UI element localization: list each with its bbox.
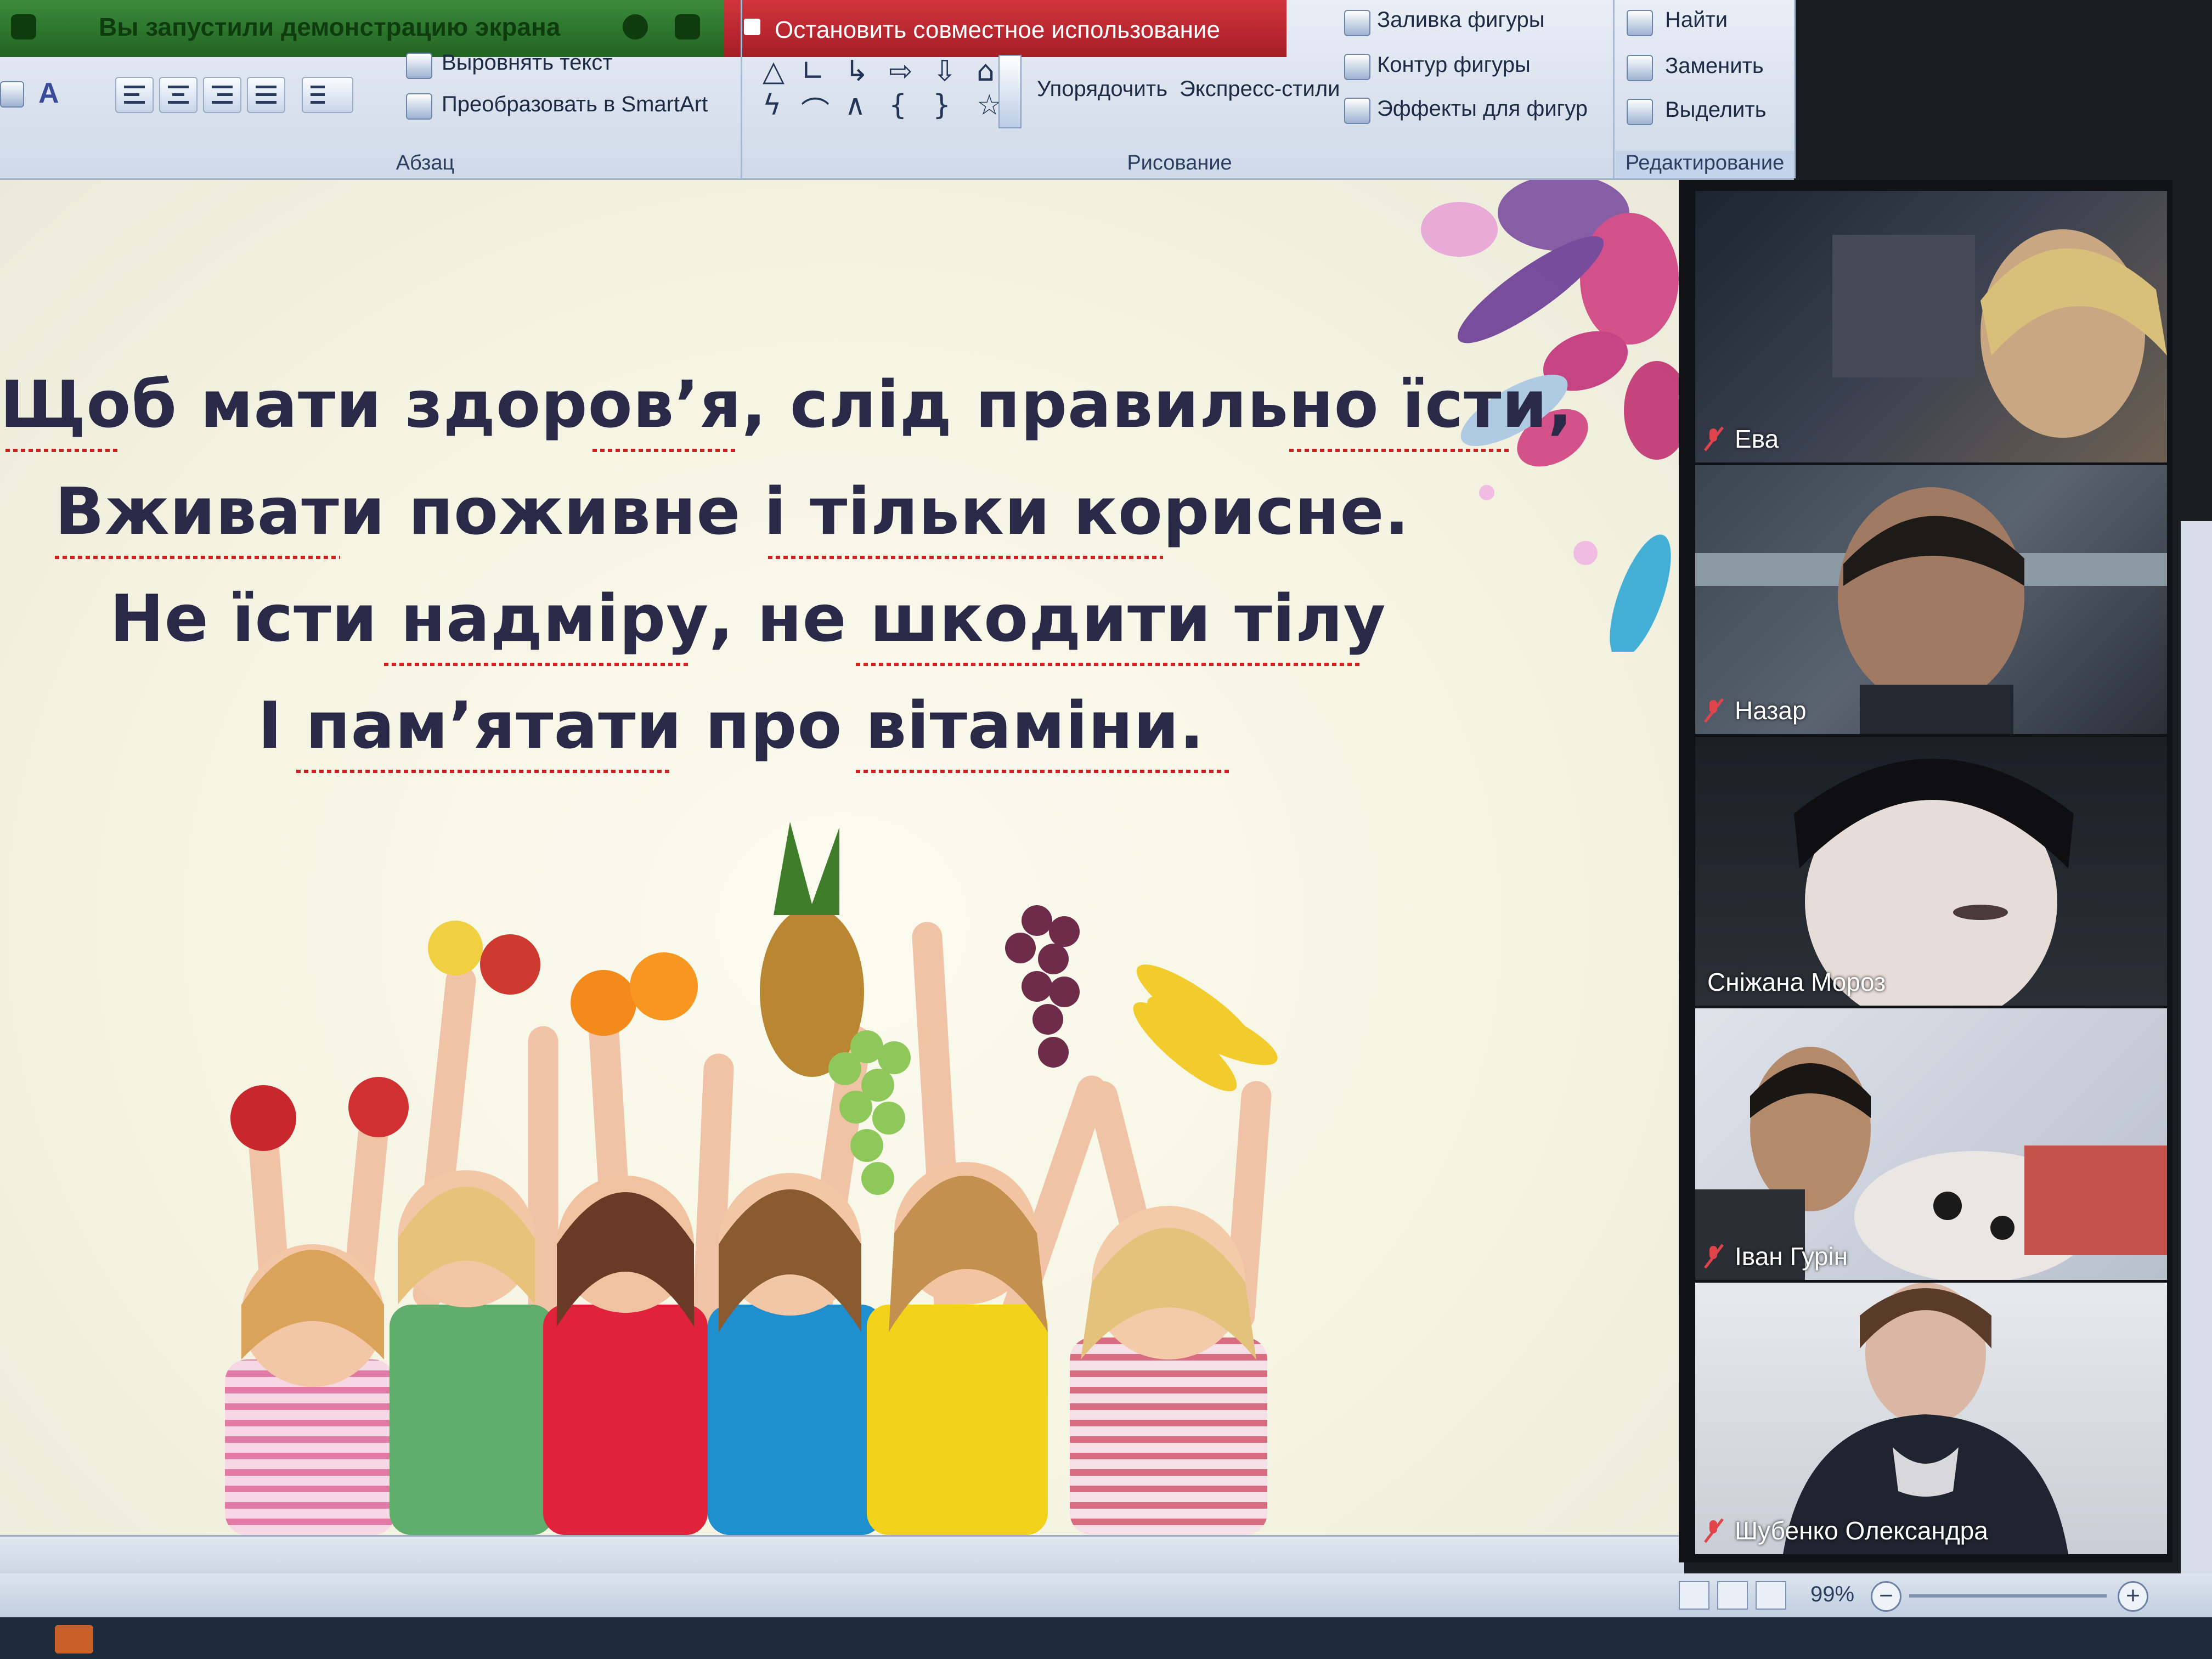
left-brace-shape-icon[interactable]: { <box>889 89 907 122</box>
participant-tile[interactable]: Шубенко Олександра <box>1695 1283 2167 1554</box>
kids-with-fruits-picture[interactable] <box>181 811 1498 1535</box>
shapes-gallery-more-icon[interactable] <box>998 55 1022 128</box>
participant-tile[interactable]: Сніжана Мороз <box>1695 737 2167 1006</box>
shape-outline-icon <box>1344 54 1370 80</box>
vertical-scrollbar[interactable] <box>2181 521 2212 1575</box>
align-text-button[interactable]: Выровнять текст <box>442 50 613 75</box>
slide-sorter-view-button[interactable] <box>1717 1581 1748 1610</box>
zoom-level[interactable]: 99% <box>1810 1582 1854 1607</box>
drawing-group-label: Рисование <box>1127 151 1232 174</box>
paragraph-group: A Выровнять текст Преобразовать в SmartA… <box>0 0 742 178</box>
participant-tile[interactable]: Назар <box>1695 465 2167 734</box>
triangle-shape-icon[interactable]: △ <box>763 55 785 88</box>
participant-name: Ева <box>1735 425 1779 453</box>
convert-smartart-button[interactable]: Преобразовать в SmartArt <box>442 92 708 117</box>
poem-line-3: Не їсти надміру, не шкодити тілу <box>110 580 1386 656</box>
participant-name: Шубенко Олександра <box>1735 1516 1988 1545</box>
editing-group: Найти Заменить Выделить Редактирование <box>1616 0 1796 178</box>
zoom-slider[interactable] <box>1909 1594 2107 1598</box>
connector-shape-icon[interactable]: ∟ <box>801 55 825 88</box>
callout-shape-icon[interactable]: ⌂ <box>977 55 995 88</box>
font-color-a-icon[interactable]: A <box>38 77 59 110</box>
find-button[interactable]: Найти <box>1665 8 1728 32</box>
slide-editing-area[interactable]: Щоб мати здоров’я, слід правильно їсти, … <box>0 180 1690 1581</box>
ribbon: Вы запустили демонстрацию экрана Останов… <box>0 0 1796 180</box>
zoom-in-button[interactable]: + <box>2118 1581 2148 1612</box>
participant-name: Сніжана Мороз <box>1707 968 1886 996</box>
arc-shape-icon[interactable]: ⌒ <box>801 89 830 130</box>
replace-button[interactable]: Заменить <box>1665 54 1764 78</box>
right-arrow-shape-icon[interactable]: ⇨ <box>889 55 913 88</box>
shape-fill-button[interactable]: Заливка фигуры <box>1377 8 1544 32</box>
poem-line-4: І пам’ятати про вітаміни. <box>258 687 1205 763</box>
freeform-shape-icon[interactable]: ϟ <box>763 89 781 122</box>
paragraph-group-label: Абзац <box>396 151 455 174</box>
find-binoculars-icon <box>1627 10 1653 36</box>
shape-effects-icon <box>1344 98 1370 124</box>
participant-video <box>1783 1283 2068 1554</box>
participant-video <box>1695 487 2167 734</box>
font-color-icon[interactable] <box>0 81 24 108</box>
drawing-group: △ ∟ ↳ ⇨ ⇩ ⌂ ϟ ⌒ ∧ { } ☆ Упорядочить Эксп… <box>746 0 1615 178</box>
columns-button[interactable] <box>302 77 353 113</box>
muted-mic-icon <box>1704 1518 1724 1543</box>
quick-styles-button[interactable]: Экспресс-стили <box>1180 77 1340 101</box>
shape-outline-button[interactable]: Контур фигуры <box>1377 53 1531 77</box>
replace-icon <box>1627 55 1653 81</box>
status-bar: 99% − + <box>0 1573 2212 1617</box>
taskbar <box>0 1617 2212 1659</box>
align-right-button[interactable] <box>203 77 241 113</box>
align-text-icon <box>406 53 432 79</box>
participant-video <box>1794 759 2074 1006</box>
participant-video <box>1832 229 2167 438</box>
muted-mic-icon <box>1704 698 1724 723</box>
participant-name: Назар <box>1735 696 1807 725</box>
select-button[interactable]: Выделить <box>1665 98 1767 122</box>
participants-video-panel: Ева Назар Сніжана Мороз Іван Гурін Шубен… <box>1679 180 2172 1562</box>
participant-tile[interactable]: Іван Гурін <box>1695 1008 2167 1280</box>
powerpoint-taskbar-icon[interactable] <box>55 1625 93 1654</box>
editing-group-label: Редактирование <box>1625 151 1785 174</box>
normal-view-button[interactable] <box>1679 1581 1709 1610</box>
smartart-icon <box>406 93 432 120</box>
participant-tile[interactable]: Ева <box>1695 191 2167 462</box>
shapes-gallery[interactable]: △ ∟ ↳ ⇨ ⇩ ⌂ ϟ ⌒ ∧ { } ☆ <box>757 55 1015 129</box>
curve-shape-icon[interactable]: ∧ <box>845 89 866 122</box>
select-cursor-icon <box>1627 99 1653 125</box>
arrange-button[interactable]: Упорядочить <box>1037 77 1167 101</box>
align-left-button[interactable] <box>115 77 154 113</box>
muted-mic-icon <box>1704 426 1724 452</box>
participant-video <box>1695 1047 2167 1280</box>
shape-fill-icon <box>1344 10 1370 36</box>
poem-line-1: Щоб мати здоров’я, слід правильно їсти, <box>0 366 1573 442</box>
elbow-shape-icon[interactable]: ↳ <box>845 55 869 88</box>
justify-button[interactable] <box>247 77 285 113</box>
reading-view-button[interactable] <box>1756 1581 1786 1610</box>
shape-effects-button[interactable]: Эффекты для фигур <box>1377 97 1588 121</box>
participant-name: Іван Гурін <box>1735 1242 1848 1271</box>
slide[interactable]: Щоб мати здоров’я, слід правильно їсти, … <box>0 180 1690 1535</box>
zoom-out-button[interactable]: − <box>1871 1581 1901 1612</box>
muted-mic-icon <box>1704 1244 1724 1269</box>
down-arrow-shape-icon[interactable]: ⇩ <box>933 55 957 88</box>
align-center-button[interactable] <box>159 77 198 113</box>
poem-line-2: Вживати поживне і тільки корисне. <box>55 473 1410 549</box>
right-brace-shape-icon[interactable]: } <box>933 89 951 122</box>
